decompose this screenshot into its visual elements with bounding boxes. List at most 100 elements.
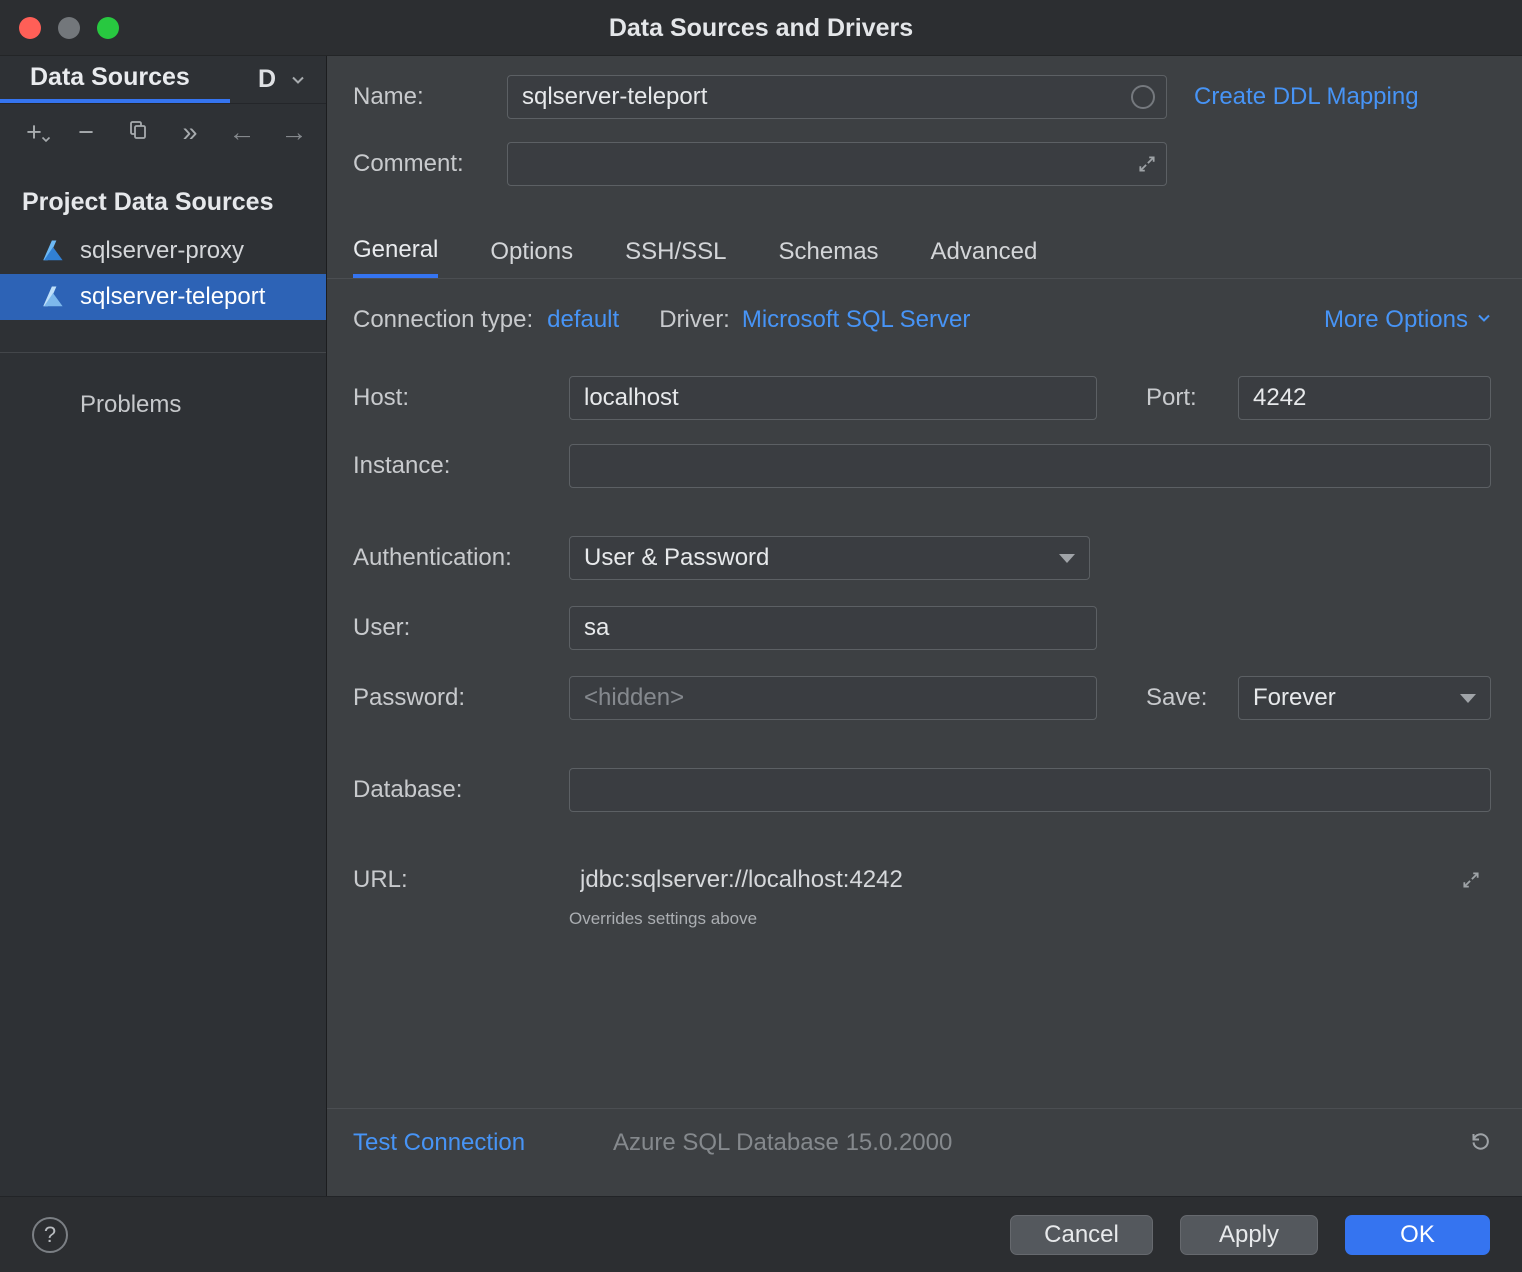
tabs-divider [327, 278, 1522, 279]
minimize-button[interactable] [58, 17, 80, 39]
authentication-select[interactable]: User & Password [569, 536, 1090, 580]
user-field-wrap [569, 606, 1097, 650]
chevron-down-icon [1476, 310, 1492, 331]
tab-data-sources[interactable]: Data Sources [0, 56, 230, 103]
sidebar-item-sqlserver-proxy[interactable]: sqlserver-proxy [0, 228, 326, 274]
comment-input[interactable] [507, 142, 1167, 186]
remove-data-source-button[interactable]: − [66, 112, 106, 152]
data-source-label: sqlserver-proxy [80, 237, 244, 265]
port-field-wrap [1238, 376, 1491, 420]
name-field-spinner-icon [1131, 85, 1155, 109]
save-label: Save: [1146, 676, 1207, 720]
url-hint: Overrides settings above [569, 907, 757, 931]
chevron-down-icon[interactable] [276, 56, 320, 103]
host-label: Host: [353, 376, 409, 420]
url-input[interactable] [569, 858, 1491, 902]
instance-label: Instance: [353, 444, 450, 488]
url-field-wrap [569, 858, 1491, 902]
user-label: User: [353, 606, 410, 650]
tab-drivers-truncated[interactable]: D [230, 56, 276, 103]
back-button[interactable]: ← [222, 112, 262, 152]
back-arrow-icon: ← [229, 117, 256, 148]
database-label: Database: [353, 768, 462, 812]
tab-advanced[interactable]: Advanced [931, 226, 1038, 278]
authentication-label: Authentication: [353, 536, 512, 580]
azure-icon [36, 239, 64, 263]
save-select[interactable]: Forever [1238, 676, 1491, 720]
user-input[interactable] [569, 606, 1097, 650]
more-options-link[interactable]: More Options [1324, 298, 1492, 342]
form-tabs: General Options SSH/SSL Schemas Advanced [353, 226, 1037, 278]
connection-type-value[interactable]: default [547, 306, 619, 334]
data-source-label: sqlserver-teleport [80, 283, 265, 311]
tab-schemas[interactable]: Schemas [779, 226, 879, 278]
url-label: URL: [353, 858, 408, 902]
help-button[interactable]: ? [32, 1217, 68, 1253]
name-field-wrap [507, 75, 1167, 119]
host-input[interactable] [569, 376, 1097, 420]
dialog-button-bar: ? Cancel Apply OK [0, 1196, 1522, 1272]
tab-data-sources-label: Data Sources [30, 63, 190, 92]
port-input[interactable] [1238, 376, 1491, 420]
azure-icon [36, 285, 64, 309]
double-chevron-icon: » [182, 117, 197, 148]
forward-arrow-icon: → [281, 117, 308, 148]
connection-type-row: Connection type: default Driver: Microso… [353, 298, 970, 342]
tab-options[interactable]: Options [490, 226, 573, 278]
create-ddl-mapping-link[interactable]: Create DDL Mapping [1194, 75, 1419, 119]
port-label: Port: [1146, 376, 1197, 420]
more-options-label: More Options [1324, 306, 1468, 334]
authentication-value: User & Password [584, 544, 769, 572]
sidebar-item-sqlserver-teleport[interactable]: sqlserver-teleport [0, 274, 326, 320]
copy-icon [127, 117, 149, 148]
expand-icon[interactable] [1137, 154, 1157, 174]
driver-label: Driver: [659, 306, 730, 334]
comment-label: Comment: [353, 142, 464, 186]
name-input[interactable] [507, 75, 1167, 119]
instance-field-wrap [569, 444, 1491, 488]
cancel-button[interactable]: Cancel [1010, 1215, 1153, 1255]
project-data-sources-header[interactable]: Project Data Sources [22, 182, 274, 222]
tab-general[interactable]: General [353, 226, 438, 278]
add-data-source-button[interactable]: + [14, 112, 54, 152]
ok-button[interactable]: OK [1345, 1215, 1490, 1255]
minus-icon: − [78, 117, 94, 148]
close-button[interactable] [19, 17, 41, 39]
apply-button[interactable]: Apply [1180, 1215, 1318, 1255]
test-connection-link[interactable]: Test Connection [353, 1121, 525, 1165]
data-sources-dialog: Data Sources and Drivers Data Sources D … [0, 0, 1522, 1272]
more-toolbar-actions-button[interactable]: » [170, 112, 210, 152]
sidebar: Data Sources D + − [0, 56, 326, 1196]
database-input[interactable] [569, 768, 1491, 812]
tab-ssh-ssl[interactable]: SSH/SSL [625, 226, 726, 278]
host-field-wrap [569, 376, 1097, 420]
sidebar-tab-bar: Data Sources D [0, 56, 326, 104]
sidebar-toolbar: + − » [0, 104, 326, 160]
sidebar-item-problems[interactable]: Problems [0, 382, 326, 428]
connection-type-label: Connection type: [353, 306, 533, 334]
window-controls [19, 0, 119, 56]
password-field-wrap [569, 676, 1097, 720]
duplicate-button[interactable] [118, 112, 158, 152]
expand-icon[interactable] [1461, 870, 1481, 890]
database-field-wrap [569, 768, 1491, 812]
select-arrow-icon [1460, 694, 1476, 703]
zoom-button[interactable] [97, 17, 119, 39]
footer-divider [327, 1108, 1522, 1109]
titlebar: Data Sources and Drivers [0, 0, 1522, 56]
save-value: Forever [1253, 684, 1336, 712]
driver-link[interactable]: Microsoft SQL Server [742, 306, 971, 334]
password-label: Password: [353, 676, 465, 720]
plus-icon: + [26, 117, 42, 148]
select-arrow-icon [1059, 554, 1075, 563]
password-input[interactable] [569, 676, 1097, 720]
revert-button[interactable] [1468, 1121, 1492, 1165]
forward-button[interactable]: → [274, 112, 314, 152]
sidebar-divider [0, 352, 326, 353]
undo-icon [1468, 1129, 1492, 1158]
instance-input[interactable] [569, 444, 1491, 488]
window-title: Data Sources and Drivers [0, 0, 1522, 56]
name-label: Name: [353, 75, 424, 119]
connection-form: Name: Create DDL Mapping Comment: Genera… [326, 56, 1522, 1196]
connection-status-text: Azure SQL Database 15.0.2000 [613, 1121, 952, 1165]
